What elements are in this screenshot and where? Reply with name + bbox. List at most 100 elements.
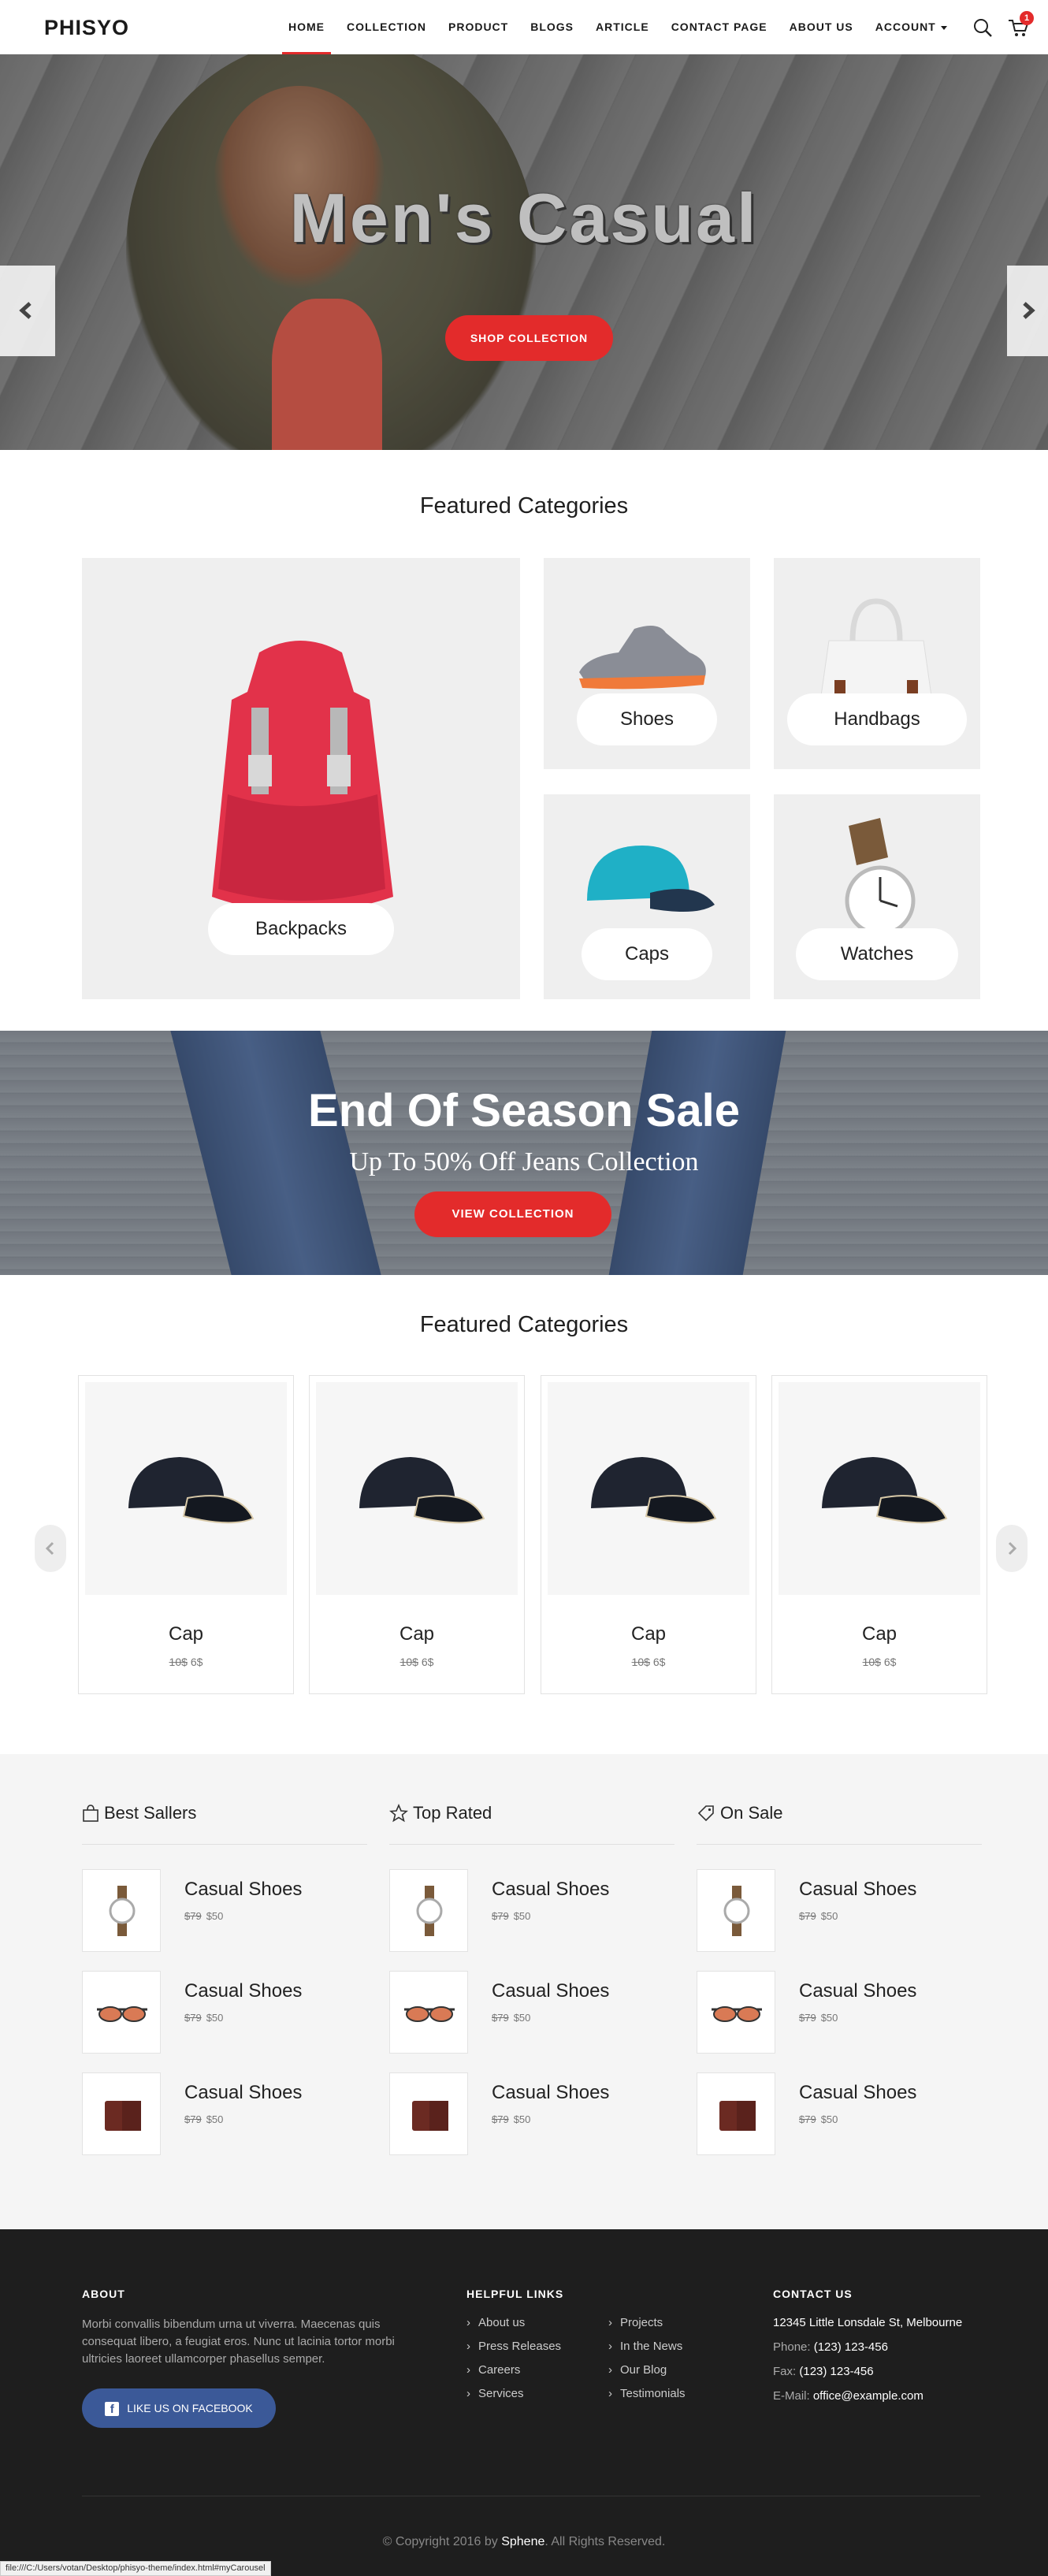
chevron-right-icon: › [466,2316,470,2329]
email-link[interactable]: office@example.com [813,2389,924,2403]
product-lists-section: Best Sallers Top Rated On Sale Casual Sh… [0,1754,1048,2229]
product-thumbnail[interactable] [697,1971,775,2054]
new-price: $50 [513,2113,531,2125]
product-image [85,1382,287,1595]
facebook-button-label: LIKE US ON FACEBOOK [127,2402,253,2414]
carousel-prev-button[interactable] [0,266,55,356]
wallet-thumb-icon [719,2101,756,2131]
product-thumbnail[interactable] [389,1971,468,2054]
product-thumbnail[interactable] [697,1869,775,1952]
product-card[interactable]: Cap 10$ 6$ [541,1375,756,1694]
products-next-button[interactable] [996,1525,1028,1572]
category-card-watches[interactable]: Watches [774,794,980,999]
new-price: $50 [206,2012,224,2024]
search-icon[interactable] [972,17,993,38]
footer-link[interactable]: › Our Blog [608,2363,667,2377]
list-item-name[interactable]: Casual Shoes [184,1879,302,1901]
old-price: $79 [492,1910,509,1922]
new-price: $50 [513,2012,531,2024]
product-card[interactable]: Cap 10$ 6$ [771,1375,987,1694]
footer-link[interactable]: › About us [466,2316,525,2329]
list-item-price: $79 $50 [799,1910,838,1922]
chevron-right-icon: › [608,2340,612,2353]
list-item-price: $79 $50 [492,1910,530,1922]
menu-label: CONTACT PAGE [671,20,767,33]
footer-link[interactable]: › Press Releases [466,2340,561,2353]
footer-link[interactable]: › In the News [608,2340,682,2353]
list-item-price: $79 $50 [184,1910,223,1922]
category-label: Watches [796,928,958,980]
new-price: 6$ [652,1656,666,1668]
product-name: Cap [168,1623,204,1645]
old-price: 10$ [631,1656,650,1668]
old-price: $79 [799,2012,816,2024]
backpack-image [212,641,393,913]
old-price: $79 [184,2113,202,2125]
products-prev-button[interactable] [35,1525,66,1572]
footer-link[interactable]: › Careers [466,2363,520,2377]
category-card-shoes[interactable]: Shoes [544,558,750,769]
logo[interactable]: PHISYO [44,16,129,40]
watch-thumb-icon [109,1886,136,1936]
footer-link-label: Press Releases [478,2340,562,2353]
footer-link[interactable]: › Projects [608,2316,663,2329]
category-label: Backpacks [208,903,394,955]
menu-item-account[interactable]: ACCOUNT [864,0,958,54]
menu-item-about-us[interactable]: ABOUT US [779,0,864,54]
category-card-backpacks[interactable]: Backpacks [82,558,520,999]
product-thumbnail[interactable] [82,1971,161,2054]
category-card-handbags[interactable]: Handbags [774,558,980,769]
new-price: $50 [206,2113,224,2125]
list-item-name[interactable]: Casual Shoes [799,2082,916,2104]
shopping-bag-icon [83,1805,98,1822]
product-card[interactable]: Cap 10$ 6$ [309,1375,525,1694]
product-thumbnail[interactable] [697,2072,775,2155]
product-thumbnail[interactable] [82,2072,161,2155]
menu-label: COLLECTION [347,20,426,33]
menu-item-blogs[interactable]: BLOGS [519,0,585,54]
list-item-name[interactable]: Casual Shoes [799,1980,916,2002]
list-item-name[interactable]: Casual Shoes [492,2082,609,2104]
list-item-name[interactable]: Casual Shoes [799,1879,916,1901]
cart-count-badge: 1 [1020,11,1034,25]
product-card[interactable]: Cap 10$ 6$ [78,1375,294,1694]
shop-collection-button[interactable]: SHOP COLLECTION [445,315,613,361]
list-item-name[interactable]: Casual Shoes [184,1980,302,2002]
divider [389,1844,675,1845]
shoe-image [579,626,706,690]
tag-icon [697,1805,714,1822]
menu-label: HOME [288,20,325,33]
carousel-next-button[interactable] [1007,266,1048,356]
category-card-caps[interactable]: Caps [544,794,750,999]
product-thumbnail[interactable] [82,1869,161,1952]
list-item-price: $79 $50 [799,2113,838,2125]
old-price: $79 [492,2113,509,2125]
menu-item-article[interactable]: ARTICLE [585,0,660,54]
product-thumbnail[interactable] [389,2072,468,2155]
view-collection-button[interactable]: VIEW COLLECTION [414,1191,611,1237]
menu-item-contact-page[interactable]: CONTACT PAGE [660,0,779,54]
list-item-name[interactable]: Casual Shoes [492,1980,609,2002]
list-item-name[interactable]: Casual Shoes [492,1879,609,1901]
old-price: 10$ [169,1656,188,1668]
list-item-name[interactable]: Casual Shoes [184,2082,302,2104]
facebook-like-button[interactable]: f LIKE US ON FACEBOOK [82,2388,276,2428]
product-thumbnail[interactable] [389,1869,468,1952]
footer-about-text: Morbi convallis bibendum urna ut viverra… [82,2318,395,2366]
product-image [779,1382,980,1595]
footer-links-title: HELPFUL LINKS [466,2288,564,2300]
copyright-brand-link[interactable]: Sphene [501,2535,544,2548]
menu-item-collection[interactable]: COLLECTION [336,0,437,54]
chevron-right-icon [1008,1541,1017,1556]
menu-label: ARTICLE [596,20,649,33]
category-label: Handbags [787,693,967,745]
menu-item-product[interactable]: PRODUCT [437,0,519,54]
list-title: Best Sallers [104,1803,197,1823]
hero-carousel: Men's Casual SHOP COLLECTION [0,54,1048,450]
footer-link-label: Careers [478,2363,521,2377]
footer-link[interactable]: › Services [466,2387,524,2400]
section-title: Featured Categories [419,1312,629,1337]
footer-link[interactable]: › Testimonials [608,2387,686,2400]
menu-item-home[interactable]: HOME [277,0,336,54]
divider [82,1844,367,1845]
